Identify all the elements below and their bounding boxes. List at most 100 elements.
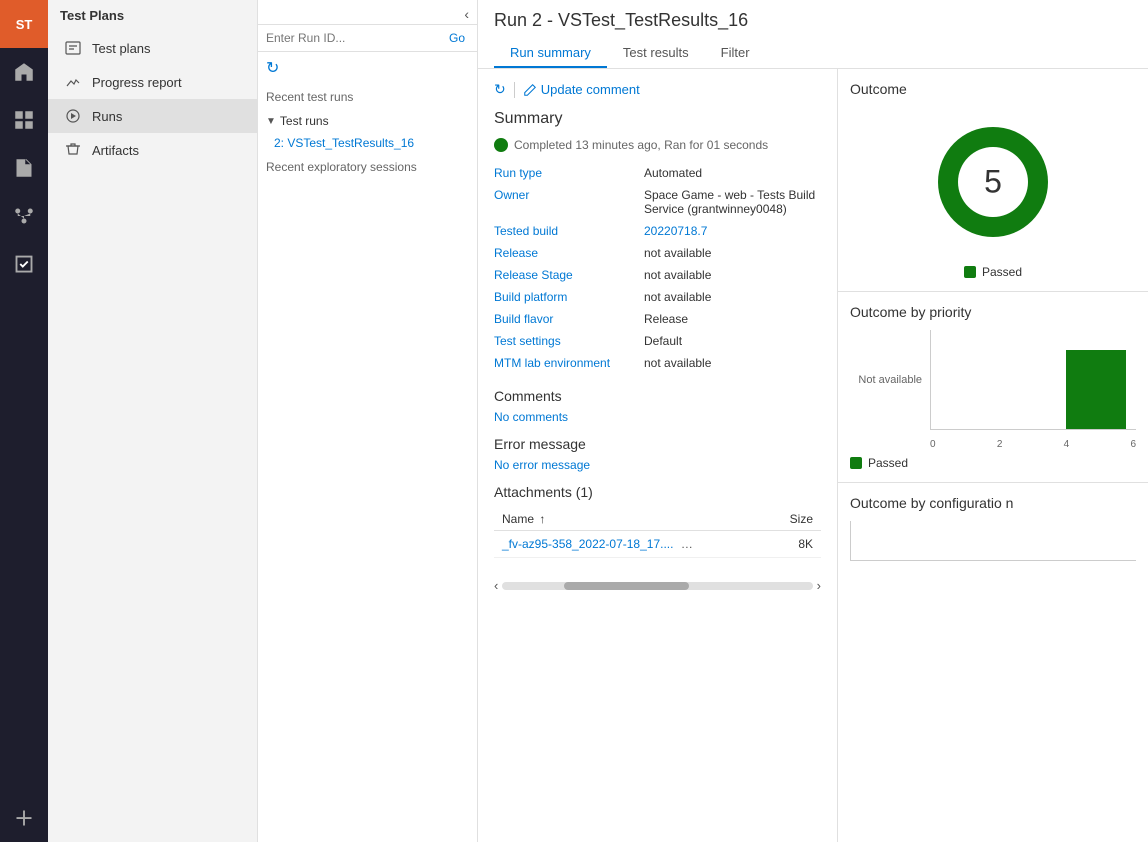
field-build-platform-value: not available (644, 288, 821, 306)
content-left: ↻ Update comment Summary Completed 13 mi… (478, 69, 838, 842)
no-error: No error message (494, 458, 821, 472)
passed-legend-dot (964, 266, 976, 278)
priority-passed-label: Passed (868, 456, 908, 470)
scroll-right-arrow[interactable]: › (817, 578, 821, 593)
tab-run-summary[interactable]: Run summary (494, 39, 607, 68)
status-text: Completed 13 minutes ago, Ran for 01 sec… (514, 138, 768, 152)
field-run-type-value: Automated (644, 164, 821, 182)
field-owner-value: Space Game - web - Tests Build Service (… (644, 186, 821, 218)
sidebar-item-artifacts-label: Artifacts (92, 143, 139, 158)
recent-exploratory-sessions-label[interactable]: Recent exploratory sessions (258, 154, 477, 180)
attachment-name[interactable]: _fv-az95-358_2022-07-18_17.... (502, 537, 673, 551)
attachments-col-name[interactable]: Name ↑ (494, 508, 769, 531)
field-release-stage-value: not available (644, 266, 821, 284)
nav-item-test-plans[interactable] (0, 240, 48, 288)
nav-item-boards[interactable] (0, 96, 48, 144)
nav-item-pipelines[interactable] (0, 192, 48, 240)
tested-build-link[interactable]: 20220718.7 (644, 224, 707, 238)
test-plans-icon (64, 39, 82, 57)
edit-icon (523, 83, 537, 97)
attachment-row: _fv-az95-358_2022-07-18_17.... … 8K (494, 531, 821, 558)
toolbar: ↻ Update comment (494, 81, 821, 98)
sidebar-item-artifacts[interactable]: Artifacts (48, 133, 257, 167)
recent-test-runs-label: Recent test runs (258, 84, 477, 110)
field-build-platform-label: Build platform (494, 288, 644, 306)
outcome-title: Outcome (850, 81, 1136, 97)
go-button[interactable]: Go (445, 29, 469, 47)
field-owner-label: Owner (494, 186, 644, 218)
outcome-panel: Outcome 5 5 Passed (838, 69, 1148, 292)
summary-section-title: Summary (494, 110, 821, 128)
field-tested-build-value: 20220718.7 (644, 222, 821, 240)
donut-chart: 5 5 Passed (850, 107, 1136, 279)
update-comment-button[interactable]: Update comment (523, 82, 640, 97)
field-tested-build-label: Tested build (494, 222, 644, 240)
priority-bar-passed (1066, 350, 1126, 429)
priority-chart-area: Not available 0 2 4 6 (850, 330, 1136, 450)
sidebar-item-runs-label: Runs (92, 109, 122, 124)
field-release-stage-label: Release Stage (494, 266, 644, 284)
run-id-input[interactable] (266, 31, 445, 45)
artifacts-icon (64, 141, 82, 159)
comments-title: Comments (494, 388, 821, 404)
sort-icon: ↑ (539, 512, 545, 526)
donut-legend: Passed (964, 265, 1022, 279)
runs-panel: ‹ Go ↻ Recent test runs ▼ Test runs 2: V… (258, 0, 478, 842)
scroll-track[interactable] (502, 582, 812, 590)
toolbar-divider (514, 82, 515, 98)
priority-legend: Passed (850, 456, 1136, 470)
priority-x-labels: 0 2 4 6 (930, 439, 1136, 450)
scroll-left-arrow[interactable]: ‹ (494, 578, 498, 593)
field-test-settings-value: Default (644, 332, 821, 350)
field-test-settings-label: Test settings (494, 332, 644, 350)
refresh-button[interactable]: ↻ (258, 52, 477, 84)
field-run-type-label: Run type (494, 164, 644, 182)
priority-passed-dot (850, 457, 862, 469)
test-runs-group-label: ▼ Test runs (258, 110, 477, 132)
field-build-flavor-label: Build flavor (494, 310, 644, 328)
app-logo[interactable]: ST (0, 0, 48, 48)
info-grid: Run type Automated Owner Space Game - we… (494, 164, 821, 372)
sidebar-header: Test Plans (48, 0, 257, 31)
field-build-flavor-value: Release (644, 310, 821, 328)
attachments-title: Attachments (1) (494, 484, 821, 500)
field-mtm-label: MTM lab environment (494, 354, 644, 372)
nav-item-overview[interactable] (0, 48, 48, 96)
priority-y-label: Not available (850, 330, 930, 430)
attachment-name-cell: _fv-az95-358_2022-07-18_17.... … (494, 531, 769, 558)
horizontal-scrollbar[interactable]: ‹ › (494, 578, 821, 593)
sidebar-item-test-plans[interactable]: Test plans (48, 31, 257, 65)
runs-icon (64, 107, 82, 125)
error-title: Error message (494, 436, 821, 452)
progress-report-icon (64, 73, 82, 91)
nav-add-icon[interactable] (0, 794, 48, 842)
outcome-config-title: Outcome by configuratio n (850, 495, 1136, 511)
scroll-thumb[interactable] (564, 582, 688, 590)
passed-legend-label: Passed (982, 265, 1022, 279)
donut-wrap: 5 5 (918, 107, 1068, 257)
attachments-col-size: Size (769, 508, 821, 531)
priority-plot-area (930, 330, 1136, 430)
sidebar-item-test-plans-label: Test plans (92, 41, 151, 56)
attachments-table: Name ↑ Size _fv-az95-358_2022-07-18_17..… (494, 508, 821, 558)
toolbar-refresh-icon[interactable]: ↻ (494, 81, 506, 98)
tab-test-results[interactable]: Test results (607, 39, 705, 68)
main-area: Run 2 - VSTest_TestResults_16 Run summar… (478, 0, 1148, 842)
donut-center-value: 5 (984, 164, 1002, 201)
field-mtm-value: not available (644, 354, 821, 372)
content-right: Outcome 5 5 Passed (838, 69, 1148, 842)
summary-status: Completed 13 minutes ago, Ran for 01 sec… (494, 138, 821, 152)
field-release-value: not available (644, 244, 821, 262)
sidebar-item-progress-report[interactable]: Progress report (48, 65, 257, 99)
sidebar-item-progress-report-label: Progress report (92, 75, 182, 90)
attachment-size-cell: 8K (769, 531, 821, 558)
tab-filter[interactable]: Filter (705, 39, 766, 68)
attachment-menu-dots[interactable]: … (681, 537, 693, 551)
sidebar-item-runs[interactable]: Runs (48, 99, 257, 133)
outcome-priority-title: Outcome by priority (850, 304, 1136, 320)
config-chart-area (850, 521, 1136, 561)
test-run-item[interactable]: 2: VSTest_TestResults_16 (258, 132, 477, 154)
nav-item-repos[interactable] (0, 144, 48, 192)
main-tabs: Run summary Test results Filter (494, 39, 1132, 68)
collapse-panel-icon[interactable]: ‹ (460, 4, 473, 24)
